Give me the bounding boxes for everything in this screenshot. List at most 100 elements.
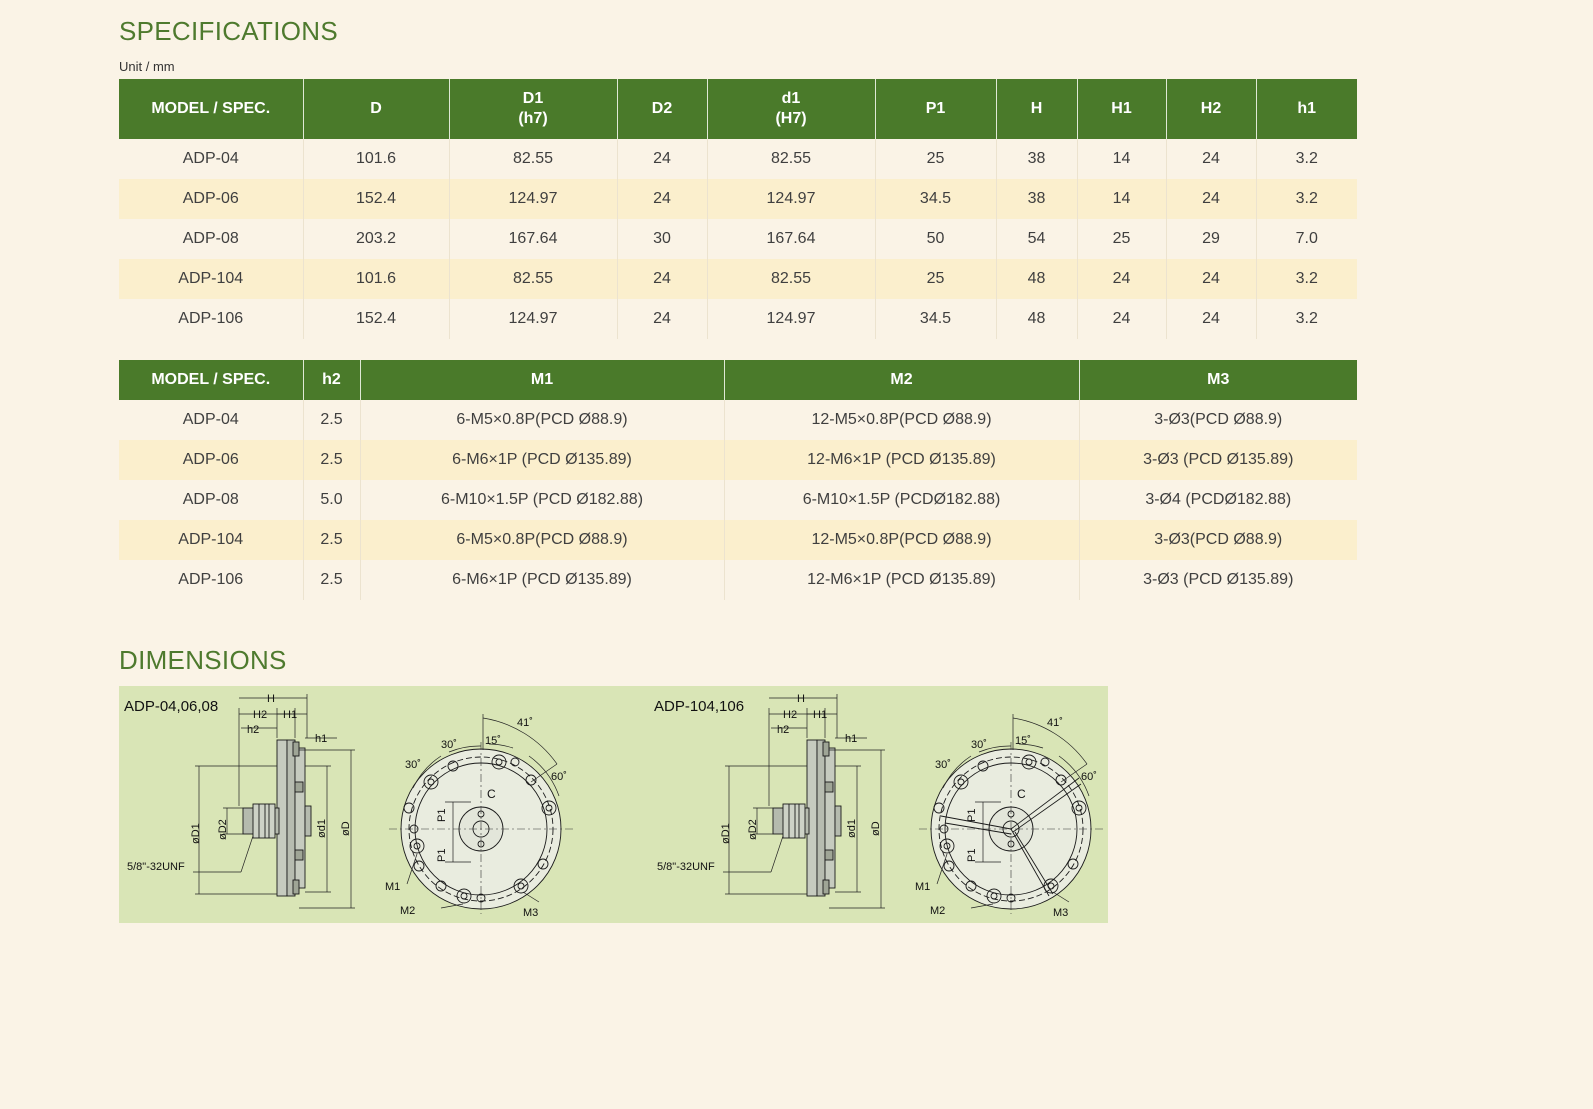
table-cell: 124.97 (707, 299, 876, 339)
table-cell: 203.2 (303, 219, 450, 259)
label-M1: M1 (915, 881, 930, 893)
column-header-model-spec: MODEL / SPEC. (119, 360, 304, 400)
label-oD: øD (870, 821, 882, 836)
column-header-label: D2 (651, 100, 673, 117)
table-cell: 24 (1166, 179, 1257, 219)
column-header-label: H1 (1111, 100, 1132, 117)
table-row: ADP-04 101.6 82.55 24 82.55 25 38 14 24 3.2 (119, 139, 1357, 179)
table-cell: 6-M10×1.5P (PCD Ø182.88) (360, 480, 725, 520)
label-h1: h1 (315, 733, 327, 745)
table-cell: 82.55 (707, 259, 876, 299)
table-row: ADP-06 152.4 124.97 24 124.97 34.5 38 14 24 3.2 (119, 179, 1357, 219)
table-cell: 7.0 (1256, 219, 1357, 259)
table-cell: 38 (996, 179, 1078, 219)
table-cell: 24 (1166, 139, 1257, 179)
table-cell: 101.6 (303, 139, 450, 179)
table-cell: 82.55 (449, 259, 618, 299)
column-header-sublabel: (H7) (775, 110, 807, 127)
table-cell: 54 (996, 219, 1078, 259)
label-angle-30-top: 30˚ (441, 739, 457, 751)
table-cell: 12-M5×0.8P(PCD Ø88.9) (724, 520, 1080, 560)
label-angle-30-top: 30˚ (971, 739, 987, 751)
label-H2: H2 (783, 709, 797, 721)
label-M3: M3 (523, 907, 538, 919)
table-cell: 124.97 (707, 179, 876, 219)
table-cell: 12-M6×1P (PCD Ø135.89) (724, 560, 1080, 600)
label-H: H (267, 693, 275, 705)
label-P1-top: P1 (966, 809, 978, 822)
table-cell: 24 (1166, 259, 1257, 299)
table-cell: 5.0 (303, 480, 361, 520)
table-cell: ADP-04 (119, 139, 304, 179)
table-cell: ADP-06 (119, 440, 304, 480)
column-header-label: h1 (1297, 100, 1317, 117)
table-cell: ADP-104 (119, 259, 304, 299)
table-row: ADP-08 203.2 167.64 30 167.64 50 54 25 29 7.0 (119, 219, 1357, 259)
label-angle-41: 41˚ (1047, 717, 1063, 729)
table-cell: 12-M6×1P (PCD Ø135.89) (724, 440, 1080, 480)
table-cell: 24 (617, 179, 708, 219)
label-oD2: øD2 (217, 819, 229, 840)
column-header-h2: H2 (1166, 79, 1257, 139)
table-row: ADP-106 152.4 124.97 24 124.97 34.5 48 24 24 3.2 (119, 299, 1357, 339)
label-C: C (487, 787, 496, 801)
table-cell: 82.55 (707, 139, 876, 179)
table-cell: 3.2 (1256, 299, 1357, 339)
table-cell: ADP-08 (119, 219, 304, 259)
dimensions-title: DIMENSIONS (119, 645, 287, 675)
table-cell: 167.64 (707, 219, 876, 259)
column-header-label: d1 (781, 90, 801, 107)
label-h2: h2 (777, 724, 789, 736)
table-cell: 6-M6×1P (PCD Ø135.89) (360, 440, 725, 480)
table-cell: ADP-104 (119, 520, 304, 560)
table-cell: 152.4 (303, 299, 450, 339)
table-cell: 25 (1077, 219, 1167, 259)
drawing-adp-104-106: ADP-104,106 H H2 H1 h2 h1 øD1 øD2 ød1 øD… (654, 693, 1104, 919)
table-header-row: MODEL / SPEC. D D1 (h7) D2 d1 (H7) P1 H H1 H2 h1 (119, 79, 1357, 139)
technical-drawings: ADP-04,06,08 H H2 H1 h2 h1 øD1 øD2 ød1 ø… (124, 693, 1104, 919)
dimensions-drawing-panel: ADP-04,06,08 H H2 H1 h2 h1 øD1 øD2 ød1 ø… (119, 686, 1108, 923)
label-thread: 5/8"-32UNF (657, 861, 715, 873)
label-P1-bottom: P1 (966, 849, 978, 862)
table-cell: 29 (1166, 219, 1257, 259)
table-cell: 14 (1077, 139, 1167, 179)
column-header-m3: M3 (1079, 360, 1357, 400)
table-cell: 25 (875, 259, 997, 299)
table-row: ADP-04 2.5 6-M5×0.8P(PCD Ø88.9) 12-M5×0.8P(… (119, 400, 1357, 440)
table-cell: 2.5 (303, 560, 361, 600)
label-angle-60: 60˚ (551, 771, 567, 783)
column-header-h2: h2 (303, 360, 361, 400)
table-row: ADP-06 2.5 6-M6×1P (PCD Ø135.89) 12-M6×1P (… (119, 440, 1357, 480)
table-cell: ADP-06 (119, 179, 304, 219)
table-cell: ADP-106 (119, 299, 304, 339)
table-cell: ADP-08 (119, 480, 304, 520)
table-row: ADP-08 5.0 6-M10×1.5P (PCD Ø182.88) 6-M10×1… (119, 480, 1357, 520)
table-cell: ADP-106 (119, 560, 304, 600)
label-C: C (1017, 787, 1026, 801)
table-cell: 152.4 (303, 179, 450, 219)
table-cell: 3-Ø3(PCD Ø88.9) (1079, 400, 1357, 440)
table-cell: 3-Ø3 (PCD Ø135.89) (1079, 560, 1357, 600)
table-cell: 101.6 (303, 259, 450, 299)
column-header-label: P1 (925, 100, 946, 117)
label-P1-top: P1 (436, 809, 448, 822)
table-row: ADP-106 2.5 6-M6×1P (PCD Ø135.89) 12-M6×1P … (119, 560, 1357, 600)
table-cell: 3.2 (1256, 139, 1357, 179)
label-od1: ød1 (846, 819, 858, 838)
table-cell: 167.64 (449, 219, 618, 259)
spec-table-threads: MODEL / SPEC. h2 M1 M2 M3 ADP-04 2.5 6-M5×0.8P… (119, 360, 1357, 600)
label-H: H (797, 693, 805, 705)
table-cell: 3-Ø4 (PCDØ182.88) (1079, 480, 1357, 520)
label-oD2: øD2 (747, 819, 759, 840)
label-M2: M2 (400, 905, 415, 917)
unit-note: Unit / mm (119, 59, 175, 74)
table-cell: 6-M5×0.8P(PCD Ø88.9) (360, 400, 725, 440)
table-cell: 30 (617, 219, 708, 259)
table-cell: 24 (617, 299, 708, 339)
label-M3: M3 (1053, 907, 1068, 919)
table-cell: 2.5 (303, 520, 361, 560)
table-row: ADP-104 101.6 82.55 24 82.55 25 48 24 24 3.2 (119, 259, 1357, 299)
table-cell: 24 (1077, 299, 1167, 339)
column-header-m1: M1 (360, 360, 725, 400)
label-H1: H1 (813, 709, 827, 721)
